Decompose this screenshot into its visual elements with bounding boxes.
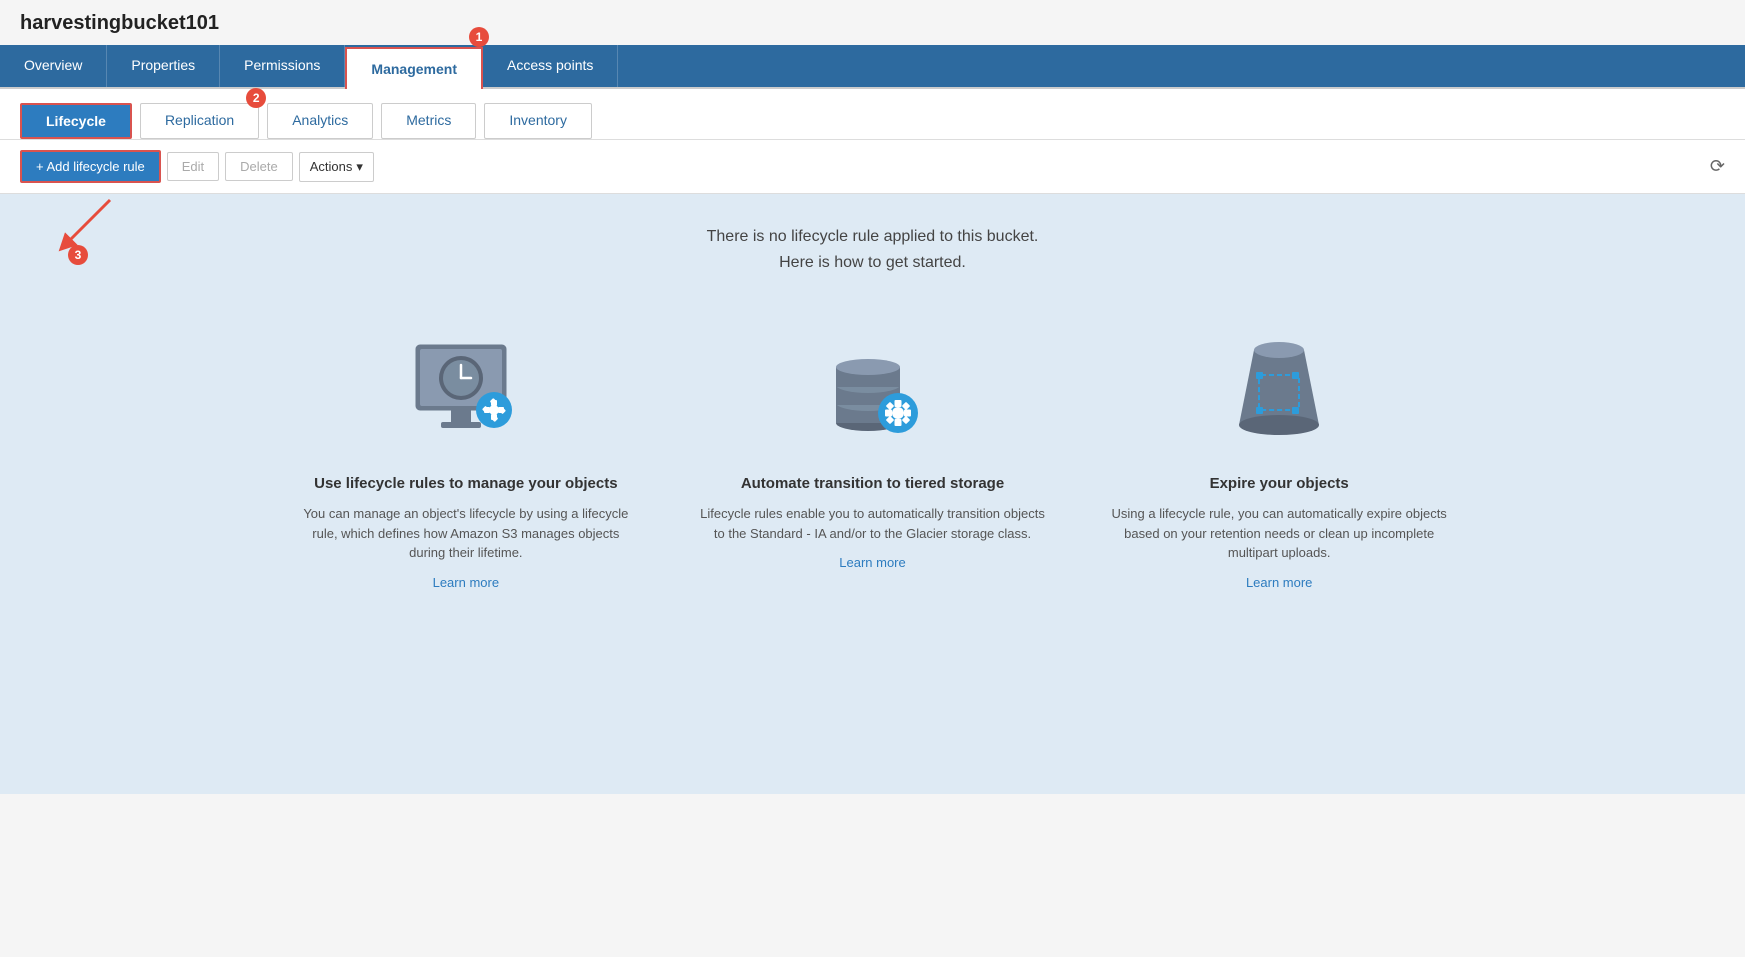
- main-content: There is no lifecycle rule applied to th…: [0, 194, 1745, 794]
- feature-card-expire-objects: Expire your objects Using a lifecycle ru…: [1086, 315, 1473, 610]
- tab-overview[interactable]: Overview: [0, 45, 107, 87]
- expire-objects-icon: [1209, 335, 1349, 455]
- subtab-analytics[interactable]: Analytics: [267, 103, 373, 139]
- tiered-storage-learn-more-link[interactable]: Learn more: [839, 555, 905, 570]
- page-header: harvestingbucket101: [0, 0, 1745, 45]
- annotation-3: 3: [68, 245, 88, 265]
- expire-objects-learn-more-link[interactable]: Learn more: [1246, 575, 1312, 590]
- annotation-1: 1: [469, 27, 489, 47]
- feature-card-tiered-desc: Lifecycle rules enable you to automatica…: [699, 504, 1046, 543]
- add-lifecycle-rule-button[interactable]: + Add lifecycle rule: [20, 150, 161, 183]
- feature-card-expire-desc: Using a lifecycle rule, you can automati…: [1106, 504, 1453, 563]
- feature-card-expire-title: Expire your objects: [1210, 475, 1349, 492]
- add-button-wrapper: + Add lifecycle rule 3: [20, 150, 161, 183]
- subtab-lifecycle[interactable]: Lifecycle: [20, 103, 132, 139]
- subtab-inventory[interactable]: Inventory: [484, 103, 592, 139]
- feature-card-lifecycle-desc: You can manage an object's lifecycle by …: [293, 504, 640, 563]
- feature-card-lifecycle: Use lifecycle rules to manage your objec…: [273, 315, 660, 610]
- actions-dropdown-button[interactable]: Actions ▾: [299, 152, 374, 182]
- tab-management[interactable]: Management 1: [345, 47, 483, 89]
- lifecycle-learn-more-link[interactable]: Learn more: [433, 575, 499, 590]
- feature-card-lifecycle-title: Use lifecycle rules to manage your objec…: [314, 475, 617, 492]
- lifecycle-icon-area: [396, 335, 536, 455]
- feature-card-tiered-storage: Automate transition to tiered storage Li…: [679, 315, 1066, 590]
- feature-cards-container: Use lifecycle rules to manage your objec…: [273, 315, 1473, 610]
- sub-tab-bar: Lifecycle Replication 2 Analytics Metric…: [20, 103, 1725, 139]
- tiered-storage-icon: [803, 335, 943, 455]
- tiered-storage-icon-area: [803, 335, 943, 455]
- tab-permissions[interactable]: Permissions: [220, 45, 345, 87]
- tab-properties[interactable]: Properties: [107, 45, 220, 87]
- refresh-icon: ⟳: [1710, 156, 1725, 176]
- annotation-2: 2: [246, 88, 266, 108]
- sub-section: Lifecycle Replication 2 Analytics Metric…: [0, 89, 1745, 140]
- refresh-button[interactable]: ⟳: [1710, 156, 1725, 177]
- subtab-metrics[interactable]: Metrics: [381, 103, 476, 139]
- toolbar: + Add lifecycle rule 3 Edit Delete Actio…: [0, 140, 1745, 194]
- top-tab-bar: Overview Properties Permissions Manageme…: [0, 45, 1745, 89]
- expire-objects-icon-area: [1209, 335, 1349, 455]
- subtab-replication[interactable]: Replication 2: [140, 103, 259, 139]
- arrow-annotation-3: 3: [50, 190, 130, 270]
- tab-access-points[interactable]: Access points: [483, 45, 618, 87]
- lifecycle-rules-icon: [396, 335, 536, 455]
- page-title: harvestingbucket101: [20, 12, 1725, 45]
- delete-button[interactable]: Delete: [225, 152, 293, 181]
- empty-state-message: There is no lifecycle rule applied to th…: [20, 224, 1725, 275]
- feature-card-tiered-title: Automate transition to tiered storage: [741, 475, 1004, 492]
- edit-button[interactable]: Edit: [167, 152, 219, 181]
